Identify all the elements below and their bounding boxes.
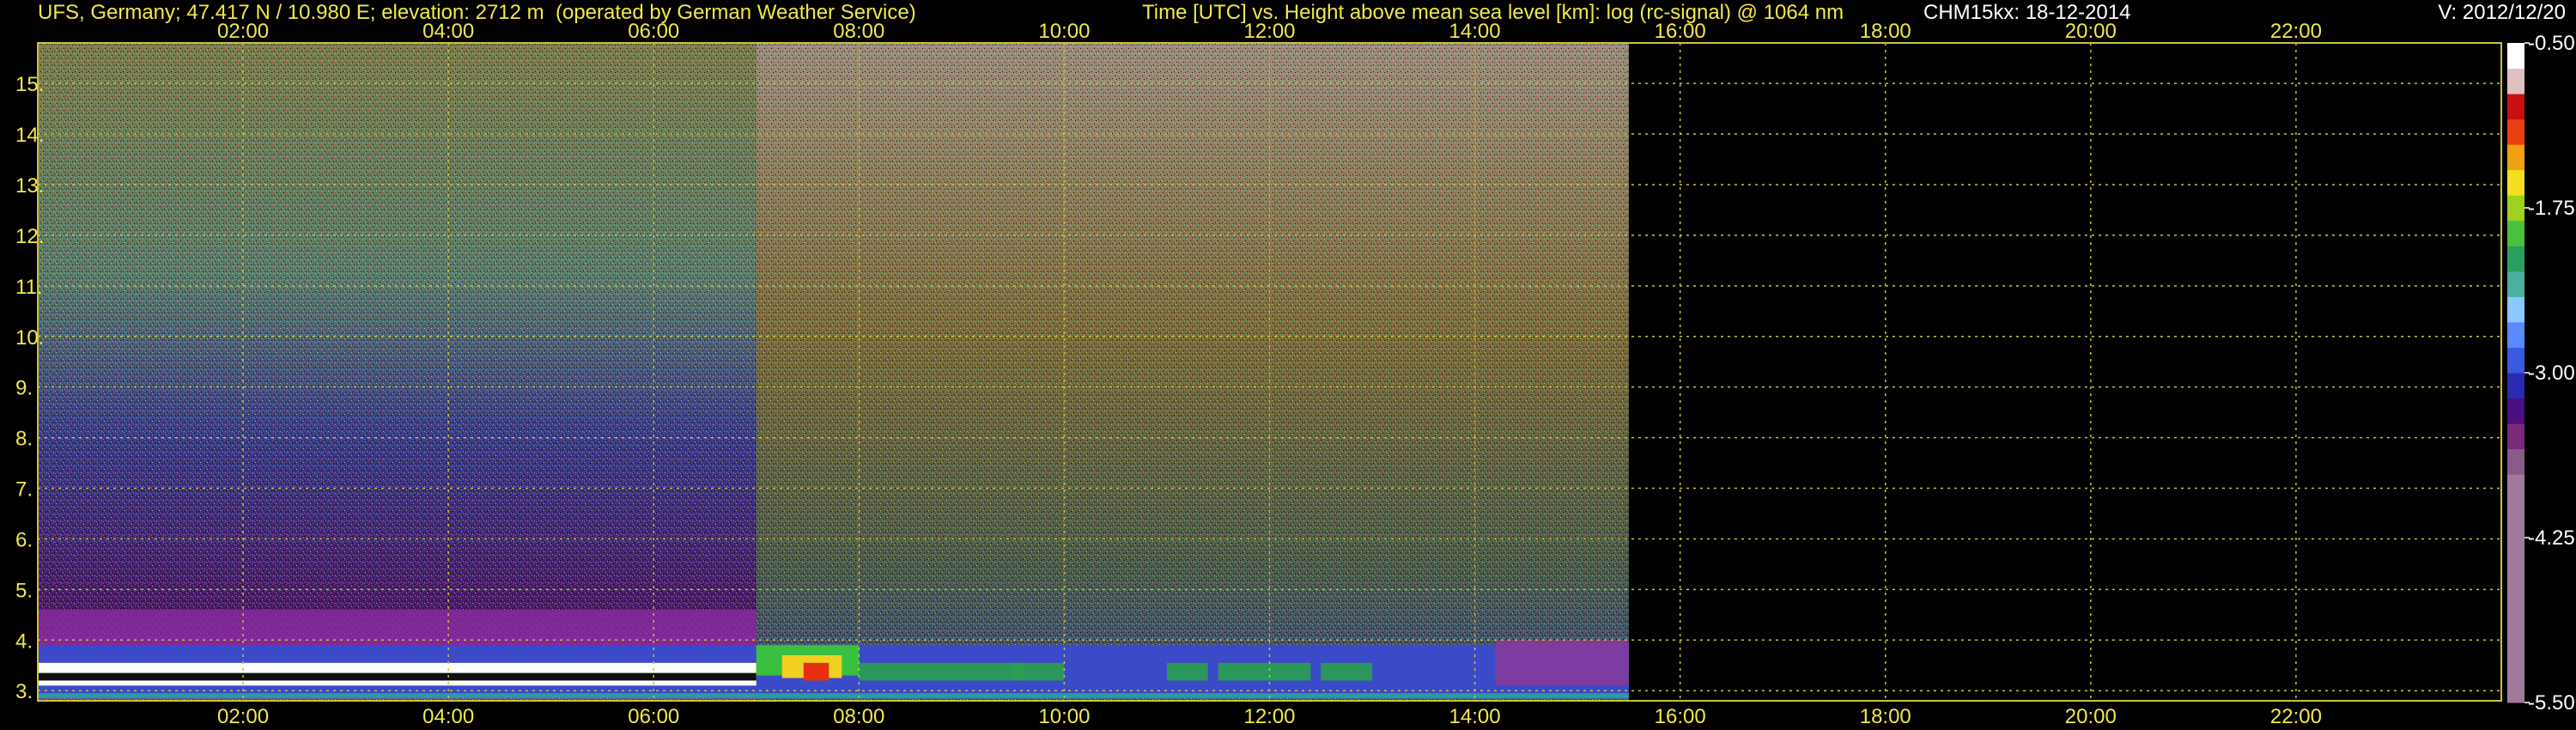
x-tick-label-top: 22:00	[2270, 20, 2322, 43]
x-tick-label-bottom: 12:00	[1243, 705, 1295, 728]
x-tick-label-top: 20:00	[2065, 20, 2117, 43]
x-tick-label-bottom: 04:00	[422, 705, 474, 728]
y-tick-label: 11.	[15, 276, 43, 299]
colorbar-segment	[2507, 398, 2524, 424]
x-tick-label-bottom: 14:00	[1449, 705, 1501, 728]
x-tick-label-top: 04:00	[422, 20, 474, 43]
y-tick-label: 12.	[15, 225, 44, 248]
colorbar-tick-label: -4.25	[2528, 526, 2575, 550]
x-tick-label-top: 12:00	[1243, 20, 1295, 43]
x-tick-label-bottom: 08:00	[833, 705, 884, 728]
colorbar-segment	[2507, 448, 2524, 475]
colorbar-tick-label: -0.50	[2528, 32, 2575, 55]
colorbar-segment	[2507, 169, 2524, 196]
colorbar-tick-label: -1.75	[2528, 197, 2575, 220]
y-tick-label: 13.	[15, 174, 44, 198]
y-tick-label: 10.	[15, 326, 44, 350]
y-tick-label: 8.	[15, 428, 33, 451]
colorbar-segment	[2507, 43, 2524, 70]
colorbar-segment	[2507, 321, 2524, 348]
evening-purple-band	[1495, 640, 1629, 686]
colorbar-segment	[2507, 271, 2524, 297]
x-tick-label-bottom: 18:00	[1860, 705, 1911, 728]
colorbar: -0.50 -1.75 -3.00 -4.25 -5.50	[2507, 32, 2575, 715]
colorbar-segment	[2507, 347, 2524, 374]
x-tick-label-top: 14:00	[1449, 20, 1501, 43]
colorbar-segment	[2507, 246, 2524, 272]
colorbar-segment	[2507, 68, 2524, 94]
colorbar-segment	[2507, 119, 2524, 145]
x-tick-label-bottom: 22:00	[2270, 705, 2322, 728]
colorbar-segment	[2507, 195, 2524, 222]
ceilometer-chart: 02:00 02:00 04:00 04:00 06:00 06:00 08:00 08:00…	[15, 20, 2575, 728]
daytime-green-patch	[1166, 662, 1208, 681]
signal-noise	[38, 43, 1629, 701]
x-tick-label-top: 08:00	[833, 20, 884, 43]
y-tick-label: 5.	[15, 579, 33, 602]
colorbar-segment	[2507, 144, 2524, 171]
x-tick-label-bottom: 06:00	[628, 705, 679, 728]
colorbar-segment	[2507, 373, 2524, 399]
daytime-green-patch	[1321, 662, 1373, 681]
colorbar-tick-label: -3.00	[2528, 362, 2575, 385]
daytime-green-patch	[1218, 662, 1311, 681]
x-tick-label-bottom: 16:00	[1655, 705, 1706, 728]
x-tick-label-top: 10:00	[1038, 20, 1090, 43]
x-tick-label-top: 06:00	[628, 20, 679, 43]
colorbar-segment	[2507, 220, 2524, 246]
aerosol-layer-red	[803, 662, 829, 681]
y-tick-label: 15.	[15, 73, 44, 96]
daytime-green-patch	[859, 662, 1024, 681]
colorbar-segment	[2507, 296, 2524, 323]
x-tick-label-bottom: 02:00	[217, 705, 269, 728]
surface-line	[38, 693, 1629, 699]
cloud-band-dark	[38, 672, 756, 681]
daytime-green-patch	[1012, 662, 1065, 681]
y-tick-label: 4.	[15, 630, 33, 653]
y-tick-label: 9.	[15, 377, 33, 400]
x-tick-label-top: 16:00	[1655, 20, 1706, 43]
y-tick-label: 3.	[15, 680, 33, 703]
x-tick-label-top: 02:00	[217, 20, 269, 43]
y-tick-label: 6.	[15, 528, 33, 551]
colorbar-segment	[2507, 94, 2524, 120]
y-tick-label: 7.	[15, 478, 33, 502]
x-tick-label-top: 18:00	[1860, 20, 1911, 43]
x-tick-label-bottom: 20:00	[2065, 705, 2117, 728]
y-tick-label: 14.	[15, 124, 44, 147]
colorbar-segment	[2507, 423, 2524, 450]
colorbar-tick-label: -5.50	[2528, 691, 2575, 715]
colorbar-segment	[2507, 474, 2524, 703]
x-tick-label-bottom: 10:00	[1038, 705, 1090, 728]
